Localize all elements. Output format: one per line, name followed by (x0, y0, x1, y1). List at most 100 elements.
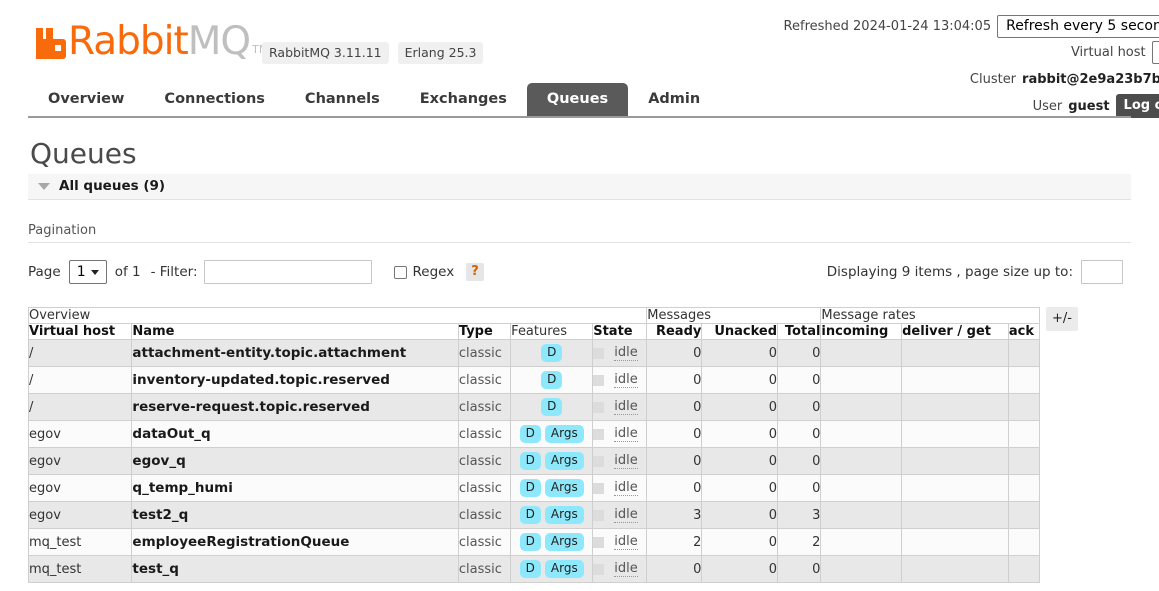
toggle-columns-button[interactable]: +/- (1046, 307, 1078, 331)
table-row[interactable]: egovtest2_qclassicDArgsidle303 (29, 502, 1040, 529)
tab-exchanges[interactable]: Exchanges (400, 83, 527, 116)
cell-features: DArgs (511, 475, 593, 502)
column-header-deliver-get[interactable]: deliver / get (902, 324, 1009, 340)
main-content: Queues All queues (9) Pagination Page 1 … (0, 138, 1159, 583)
durable-badge: D (520, 452, 541, 470)
cell-ack (1008, 475, 1039, 502)
cell-total: 0 (778, 421, 821, 448)
cell-ack (1008, 394, 1039, 421)
state-indicator: idle (593, 561, 646, 577)
page-title: Queues (30, 138, 1131, 170)
erlang-version-badge: Erlang 25.3 (398, 42, 484, 64)
cell-total: 0 (778, 367, 821, 394)
refresh-interval-select[interactable]: Refresh every 5 seconds (997, 15, 1159, 38)
cell-deliver-get (902, 475, 1009, 502)
logo-text-rabbit: Rabbit (68, 22, 188, 62)
cell-unacked: 0 (702, 448, 778, 475)
column-header-virtual-host[interactable]: Virtual host (29, 324, 132, 340)
regex-label: Regex (413, 264, 455, 280)
filter-input[interactable] (204, 260, 372, 284)
cell-type: classic (458, 448, 510, 475)
cell-queue-name[interactable]: q_temp_humi (132, 475, 458, 502)
state-text: idle (614, 345, 637, 361)
args-badge: Args (545, 533, 584, 551)
cell-type: classic (458, 394, 510, 421)
state-indicator: idle (593, 453, 646, 469)
cell-features: DArgs (511, 529, 593, 556)
durable-badge: D (520, 533, 541, 551)
column-header-ack[interactable]: ack (1008, 324, 1039, 340)
state-text: idle (614, 372, 637, 388)
column-header-total[interactable]: Total (778, 324, 821, 340)
table-row[interactable]: /reserve-request.topic.reservedclassicDi… (29, 394, 1040, 421)
queues-table-wrapper: +/- Overview Messages Message rates Virt… (28, 307, 1131, 583)
all-queues-section-header[interactable]: All queues (9) (28, 174, 1131, 200)
cell-queue-name[interactable]: egov_q (132, 448, 458, 475)
table-row[interactable]: egovq_temp_humiclassicDArgsidle000 (29, 475, 1040, 502)
cell-ack (1008, 421, 1039, 448)
column-header-unacked[interactable]: Unacked (702, 324, 778, 340)
tab-queues[interactable]: Queues (527, 83, 628, 116)
cell-deliver-get (902, 394, 1009, 421)
cell-deliver-get (902, 502, 1009, 529)
table-row[interactable]: egovegov_qclassicDArgsidle000 (29, 448, 1040, 475)
cell-ready: 0 (647, 448, 702, 475)
page-size-input[interactable] (1081, 260, 1123, 284)
group-header-message-rates: Message rates (821, 308, 1040, 324)
column-header-ready[interactable]: Ready (647, 324, 702, 340)
durable-badge: D (520, 479, 541, 497)
cell-type: classic (458, 367, 510, 394)
state-text: idle (614, 453, 637, 469)
cell-queue-name[interactable]: attachment-entity.topic.attachment (132, 340, 458, 367)
cell-queue-name[interactable]: employeeRegistrationQueue (132, 529, 458, 556)
cell-virtual-host: egov (29, 475, 132, 502)
rabbitmq-version-badge: RabbitMQ 3.11.11 (262, 42, 389, 64)
logo-text-mq: MQ (188, 22, 250, 62)
vhost-label: Virtual host (1071, 45, 1146, 60)
cell-incoming (821, 529, 902, 556)
state-indicator: idle (593, 345, 646, 361)
state-square-icon (593, 483, 604, 494)
state-indicator: idle (593, 534, 646, 550)
cell-queue-name[interactable]: inventory-updated.topic.reserved (132, 367, 458, 394)
column-header-name[interactable]: Name (132, 324, 458, 340)
cell-state: idle (593, 502, 647, 529)
rabbitmq-logo[interactable]: Rabbit MQ TM (36, 22, 268, 62)
tab-overview[interactable]: Overview (28, 83, 144, 116)
tab-admin[interactable]: Admin (628, 83, 720, 116)
column-header-incoming[interactable]: incoming (821, 324, 902, 340)
cell-queue-name[interactable]: reserve-request.topic.reserved (132, 394, 458, 421)
page-header: Rabbit MQ TM RabbitMQ 3.11.11 Erlang 25.… (0, 0, 1159, 82)
tab-channels[interactable]: Channels (285, 83, 400, 116)
cell-type: classic (458, 340, 510, 367)
table-row[interactable]: egovdataOut_qclassicDArgsidle000 (29, 421, 1040, 448)
help-icon[interactable]: ? (466, 263, 484, 281)
state-text: idle (614, 480, 637, 496)
page-number-select[interactable]: 1 (69, 260, 107, 284)
vhost-select[interactable]: All (1152, 41, 1159, 64)
group-header-messages: Messages (647, 308, 821, 324)
cell-queue-name[interactable]: test2_q (132, 502, 458, 529)
table-row[interactable]: /attachment-entity.topic.attachmentclass… (29, 340, 1040, 367)
cell-ready: 0 (647, 556, 702, 583)
cell-queue-name[interactable]: dataOut_q (132, 421, 458, 448)
queues-table: Overview Messages Message rates Virtual … (28, 307, 1040, 583)
table-row[interactable]: /inventory-updated.topic.reservedclassic… (29, 367, 1040, 394)
state-square-icon (593, 510, 604, 521)
table-column-header-row: Virtual host Name Type Features State Re… (29, 324, 1040, 340)
page-label: Page (28, 264, 61, 280)
cell-total: 2 (778, 529, 821, 556)
cell-virtual-host: mq_test (29, 556, 132, 583)
cell-virtual-host: mq_test (29, 529, 132, 556)
table-row[interactable]: mq_testemployeeRegistrationQueueclassicD… (29, 529, 1040, 556)
table-row[interactable]: mq_testtest_qclassicDArgsidle000 (29, 556, 1040, 583)
column-header-type[interactable]: Type (458, 324, 510, 340)
column-header-state[interactable]: State (593, 324, 647, 340)
cell-deliver-get (902, 529, 1009, 556)
state-square-icon (593, 564, 604, 575)
regex-checkbox[interactable] (394, 266, 407, 279)
cell-deliver-get (902, 340, 1009, 367)
collapse-triangle-icon[interactable] (38, 183, 50, 190)
cell-queue-name[interactable]: test_q (132, 556, 458, 583)
tab-connections[interactable]: Connections (144, 83, 285, 116)
